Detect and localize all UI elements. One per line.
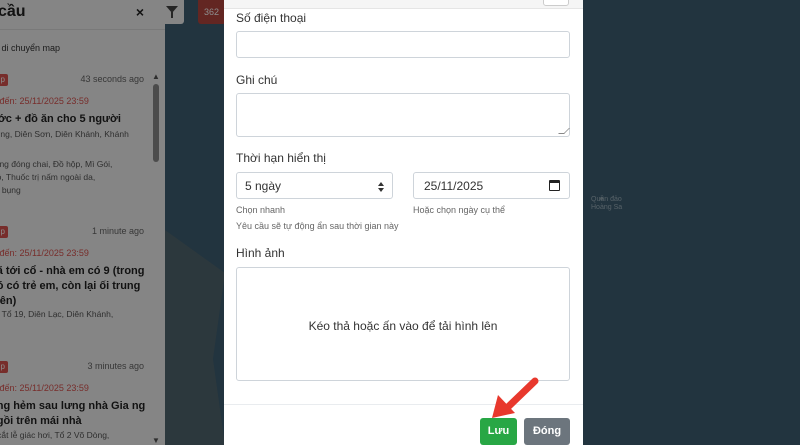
image-dropzone[interactable]: Kéo thả hoặc ấn vào để tải hình lên	[236, 267, 570, 381]
note-label: Ghi chú	[236, 73, 278, 87]
auto-hide-help: Yêu cầu sẽ tự động ẩn sau thời gian này	[236, 221, 399, 231]
calendar-icon[interactable]	[549, 180, 560, 191]
note-textarea[interactable]	[236, 93, 570, 137]
resize-handle-icon[interactable]	[558, 128, 570, 134]
modal-top-strip	[224, 0, 583, 9]
image-label: Hình ảnh	[236, 246, 285, 260]
phone-label: Số điện thoại	[236, 11, 307, 25]
select-arrows-icon	[378, 182, 384, 192]
save-button[interactable]: Lưu	[480, 418, 517, 445]
close-button[interactable]: Đóng	[524, 418, 570, 445]
date-value: 25/11/2025	[424, 179, 484, 193]
modal-top-button[interactable]	[543, 0, 569, 6]
quick-select-help: Chọn nhanh	[236, 205, 286, 215]
date-picker-field[interactable]: 25/11/2025	[413, 172, 570, 199]
date-help: Hoặc chọn ngày cụ thể	[413, 205, 506, 215]
display-duration-label: Thời hạn hiển thị	[236, 151, 326, 165]
phone-field[interactable]	[236, 31, 570, 58]
annotation-arrow-icon	[492, 377, 539, 418]
quick-duration-value: 5 ngày	[245, 179, 282, 193]
dropzone-text: Kéo thả hoặc ấn vào để tải hình lên	[308, 319, 498, 333]
quick-duration-select[interactable]: 5 ngày	[236, 172, 393, 199]
